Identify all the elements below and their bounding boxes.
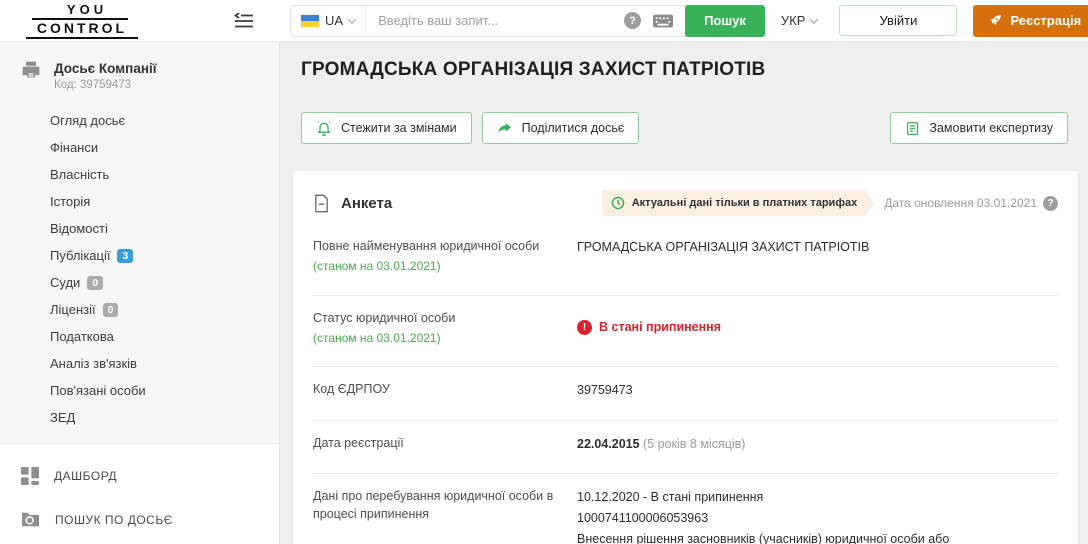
folder-search-icon (22, 512, 39, 527)
search-help-icon[interactable]: ? (624, 12, 642, 29)
sidebar-item-history[interactable]: Історія (0, 188, 279, 215)
row-value: ГРОМАДСЬКА ОРГАНІЗАЦІЯ ЗАХИСТ ПАТРІОТІВ (577, 240, 870, 254)
sidebar-item-connections[interactable]: Аналіз зв'язків (0, 350, 279, 377)
search-country-dropdown[interactable]: UA (291, 5, 367, 36)
sidebar-item-finances[interactable]: Фінанси (0, 134, 279, 161)
share-icon (497, 120, 513, 136)
registration-date: 22.04.2015 (577, 436, 640, 451)
chevron-down-icon (347, 14, 357, 24)
sidebar-item-related-persons[interactable]: Пов'язані особи (0, 377, 279, 404)
ukraine-flag-icon (301, 14, 319, 27)
youcontrol-logo[interactable]: YOU CONTROL (26, 2, 138, 39)
row-value: 39759473 (577, 383, 633, 398)
register-label: Реєстрація (1010, 13, 1082, 28)
row-value: 10.12.2020 - В стані припинення 10007411… (577, 487, 1007, 544)
search-bar: UA ? Пошук (290, 4, 765, 37)
logo-text-control: CONTROL (26, 20, 138, 39)
sidebar-collapse-icon[interactable] (234, 12, 254, 29)
status-value: ! В стані припинення (577, 309, 721, 348)
sidebar-item-dossier-search[interactable]: ПОШУК ПО ДОСЬЄ (0, 498, 279, 541)
registration-age: (5 років 8 місяців) (643, 436, 746, 451)
document-icon (315, 194, 328, 212)
sidebar-item-details[interactable]: Відомості (0, 215, 279, 242)
row-label: Дані про перебування юридичної особи в п… (313, 489, 554, 522)
table-row-full-name: Повне найменування юридичної особи (стан… (313, 231, 1058, 295)
rocket-icon (990, 14, 1002, 25)
sidebar-item-ownership[interactable]: Власність (0, 161, 279, 188)
company-dossier-section: Досьє Компанії Код: 39759473 Огляд досьє… (0, 42, 279, 444)
register-button[interactable]: Реєстрація (973, 4, 1088, 37)
paid-data-badge: Актуальні дані тільки в платних тарифах (602, 190, 874, 216)
action-toolbar: Стежити за змінами Поділитися досьє Замо… (301, 112, 1068, 144)
row-label: Статус юридичної особи (313, 310, 456, 325)
table-row-termination: Дані про перебування юридичної особи в п… (313, 473, 1058, 544)
termination-status-line: 10.12.2020 - В стані припинення (577, 490, 764, 505)
header-controls: UA ? Пошук УКР Увійти Реєстрація (290, 4, 1088, 37)
language-label: УКР (780, 13, 806, 28)
row-label: Дата реєстрації (313, 435, 404, 450)
follow-changes-button[interactable]: Стежити за змінами (301, 112, 472, 144)
card-title: Анкета (341, 194, 393, 212)
termination-description: Внесення рішення засновників (учасників)… (577, 531, 950, 544)
search-input[interactable] (366, 13, 619, 28)
anketa-card: Анкета Актуальні дані тільки в платних т… (293, 171, 1078, 544)
row-sublabel: (станом на 03.01.2021) (313, 330, 441, 345)
bell-icon (316, 120, 332, 136)
sidebar-item-publications[interactable]: Публікації 3 (0, 242, 279, 269)
anketa-card-header: Анкета Актуальні дані тільки в платних т… (313, 171, 1058, 231)
share-dossier-button[interactable]: Поділитися досьє (481, 112, 640, 144)
table-row-edrpou: Код ЄДРПОУ 39759473 (313, 366, 1058, 420)
licenses-count-badge: 0 (102, 303, 119, 317)
row-label: Повне найменування юридичної особи (313, 239, 540, 253)
language-selector[interactable]: УКР (780, 13, 819, 28)
update-date: Дата оновлення 03.01.2021 ? (884, 195, 1058, 211)
sidebar-item-zed[interactable]: ЗЕД (0, 404, 279, 431)
alert-icon: ! (577, 320, 592, 336)
sidebar-item-dashboard[interactable]: ДАШБОРД (0, 454, 279, 498)
dossier-code: Код: 39759473 (54, 79, 132, 91)
main-content: ГРОМАДСЬКА ОРГАНІЗАЦІЯ ЗАХИСТ ПАТРІОТІВ … (281, 42, 1088, 544)
logo-text-you: YOU (32, 2, 128, 20)
order-expertise-button[interactable]: Замовити експертизу (890, 112, 1068, 144)
card-header-right: Актуальні дані тільки в платних тарифах … (602, 190, 1058, 216)
dashboard-icon (21, 467, 39, 485)
courts-count-badge: 0 (87, 276, 104, 290)
keyboard-icon[interactable] (653, 14, 674, 28)
chevron-down-icon (810, 14, 819, 24)
clock-icon (611, 196, 625, 210)
sidebar-item-overview[interactable]: Огляд досьє (0, 107, 279, 134)
sidebar: Досьє Компанії Код: 39759473 Огляд досьє… (0, 42, 280, 544)
sidebar-item-licenses[interactable]: Ліцензії 0 (0, 296, 279, 323)
company-title: ГРОМАДСЬКА ОРГАНІЗАЦІЯ ЗАХИСТ ПАТРІОТІВ (301, 59, 766, 80)
dossier-nav: Огляд досьє Фінанси Власність Історія Ві… (0, 107, 279, 431)
termination-record-number: 1000741100006053963 (577, 510, 709, 525)
search-button[interactable]: Пошук (685, 4, 765, 37)
publications-count-badge: 3 (117, 249, 134, 263)
dossier-title: Досьє Компанії (54, 61, 157, 76)
table-row-registration-date: Дата реєстрації 22.04.2015 (5 років 8 мі… (313, 419, 1058, 474)
row-label: Код ЄДРПОУ (313, 382, 390, 397)
sidebar-item-tax[interactable]: Податкова (0, 323, 279, 350)
sidebar-item-courts[interactable]: Суди 0 (0, 269, 279, 296)
date-help-icon[interactable]: ? (1043, 195, 1058, 211)
search-country-code: UA (325, 13, 344, 28)
company-dossier-header[interactable]: Досьє Компанії Код: 39759473 (0, 58, 279, 97)
expertise-document-icon (905, 121, 920, 136)
top-bar: YOU CONTROL UA ? Пошук УКР Увійти (0, 0, 1088, 42)
table-row-status: Статус юридичної особи (станом на 03.01.… (313, 294, 1058, 367)
row-sublabel: (станом на 03.01.2021) (313, 259, 441, 274)
dossier-icon (22, 61, 40, 78)
sidebar-sections: ДАШБОРД ПОШУК ПО ДОСЬЄ ФІЗИЧНІ ОСОБИ (0, 444, 279, 544)
login-button[interactable]: Увійти (839, 5, 958, 36)
